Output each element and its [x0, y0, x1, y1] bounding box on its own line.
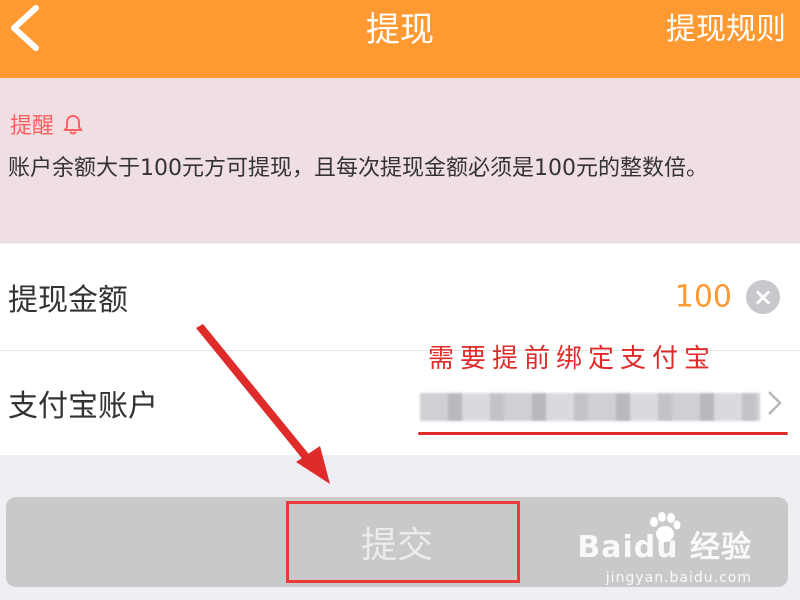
reminder-title: 提醒 — [10, 114, 55, 139]
clear-icon[interactable]: × — [746, 280, 780, 314]
highlight-box — [286, 501, 520, 583]
chevron-right-icon — [768, 391, 782, 415]
amount-input[interactable]: 100 — [675, 280, 732, 315]
amount-label: 提现金额 — [8, 283, 128, 318]
amount-row: 提现金额 100 × — [0, 244, 800, 350]
reminder-text: 账户余额大于100元方可提现，且每次提现金额必须是100元的整数倍。 — [8, 156, 708, 181]
bell-icon — [63, 114, 83, 135]
account-value-masked — [420, 393, 760, 421]
watermark-site: jingyan.baidu.com — [605, 570, 752, 586]
annotation-note: 需要提前绑定支付宝 — [428, 344, 717, 374]
reminder-heading: 提醒 — [10, 108, 84, 140]
watermark-brand: Baidu 经验 — [577, 530, 752, 565]
account-label: 支付宝账户 — [8, 389, 158, 424]
annotation-underline — [418, 432, 788, 435]
watermark: Baidu 经验 jingyan.baidu.com — [577, 522, 752, 586]
withdraw-rules-link[interactable]: 提现规则 — [666, 0, 786, 60]
top-bar: 提现 提现规则 — [0, 0, 800, 78]
